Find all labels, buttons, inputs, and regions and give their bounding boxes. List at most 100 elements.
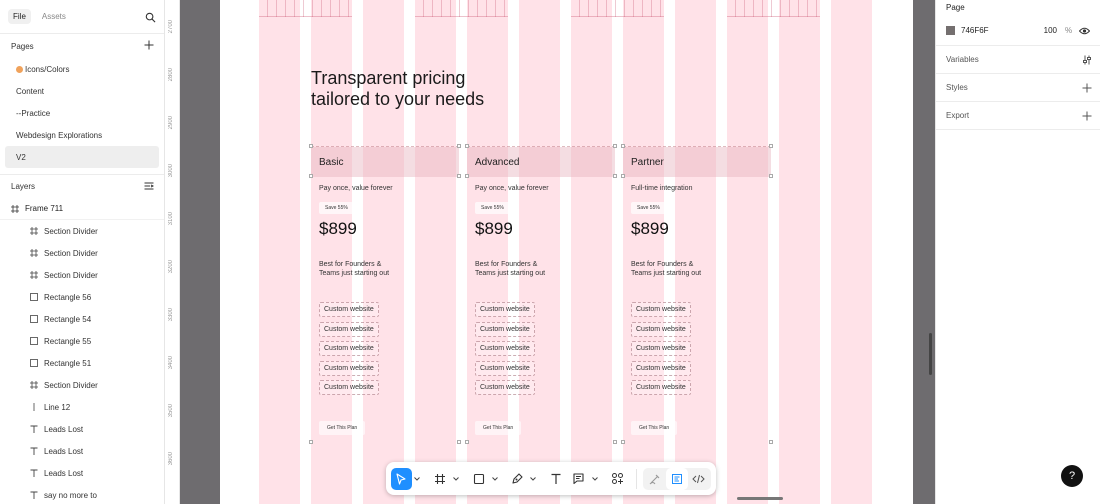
discount-badge[interactable]: Save 55% bbox=[319, 202, 354, 214]
feature-item[interactable]: Custom website bbox=[475, 302, 535, 317]
frame-tool-menu[interactable] bbox=[453, 468, 460, 490]
layer-root[interactable]: Frame 711 bbox=[0, 198, 164, 220]
selection-handle[interactable] bbox=[457, 174, 461, 178]
card-price[interactable]: $899 bbox=[319, 219, 357, 239]
feature-item[interactable]: Custom website bbox=[475, 380, 535, 395]
page-fill-row[interactable]: 746F6F 100 % bbox=[936, 16, 1100, 46]
comment-tool-button[interactable] bbox=[568, 468, 589, 490]
layer-row[interactable]: Section Divider bbox=[0, 264, 164, 286]
variables-row[interactable]: Variables bbox=[936, 46, 1100, 74]
selection-handle[interactable] bbox=[769, 144, 773, 148]
fill-swatch[interactable] bbox=[946, 26, 955, 35]
discount-badge[interactable]: Save 55% bbox=[631, 202, 666, 214]
move-tool-button[interactable] bbox=[391, 467, 412, 490]
add-export-icon[interactable] bbox=[1082, 111, 1092, 121]
eye-icon[interactable] bbox=[1079, 27, 1090, 35]
selection-handle[interactable] bbox=[613, 174, 617, 178]
export-row[interactable]: Export bbox=[936, 102, 1100, 130]
page-item[interactable]: --Practice bbox=[5, 102, 159, 124]
discount-badge[interactable]: Save 55% bbox=[475, 202, 510, 214]
card-price[interactable]: $899 bbox=[631, 219, 669, 239]
feature-item[interactable]: Custom website bbox=[631, 341, 691, 356]
feature-item[interactable]: Custom website bbox=[631, 360, 691, 376]
pen-tool-button[interactable] bbox=[507, 468, 528, 490]
variables-settings-icon[interactable] bbox=[1082, 55, 1092, 65]
rectangle-tool-button[interactable] bbox=[468, 468, 489, 490]
layer-row[interactable]: Rectangle 55 bbox=[0, 330, 164, 352]
design-mode-button[interactable] bbox=[665, 467, 688, 490]
selection-handle[interactable] bbox=[309, 174, 313, 178]
text-tool-button[interactable] bbox=[546, 468, 567, 490]
pricing-card[interactable]: Partner Full-time integration Save 55% $899… bbox=[623, 146, 771, 442]
card-description[interactable]: Best for Founders & Teams just starting … bbox=[319, 260, 409, 278]
page-item[interactable]: Icons/Colors bbox=[5, 58, 159, 80]
resources-button[interactable] bbox=[607, 468, 628, 490]
fill-opacity-value[interactable]: 100 bbox=[1037, 26, 1057, 35]
collapse-layers-icon[interactable] bbox=[144, 181, 154, 191]
get-plan-button[interactable]: Get This Plan bbox=[319, 421, 366, 435]
comment-tool-menu[interactable] bbox=[591, 468, 598, 490]
styles-row[interactable]: Styles bbox=[936, 74, 1100, 102]
layer-row[interactable]: Rectangle 56 bbox=[0, 286, 164, 308]
pricing-card[interactable]: Basic Pay once, value forever Save 55% $899… bbox=[311, 146, 459, 442]
feature-item[interactable]: Custom website bbox=[475, 360, 535, 376]
pricing-card[interactable]: Advanced Pay once, value forever Save 55% $… bbox=[467, 146, 615, 442]
frame-tool-button[interactable] bbox=[430, 468, 451, 490]
feature-item[interactable]: Custom website bbox=[631, 380, 691, 395]
page-item[interactable]: V2 bbox=[5, 146, 159, 168]
card-description[interactable]: Best for Founders & Teams just starting … bbox=[631, 260, 721, 278]
selection-handle[interactable] bbox=[465, 174, 469, 178]
dev-mode-button[interactable] bbox=[688, 468, 710, 490]
layer-row[interactable]: Line 12 bbox=[0, 396, 164, 418]
layer-row[interactable]: Leads Lost bbox=[0, 462, 164, 484]
selection-handle[interactable] bbox=[457, 144, 461, 148]
card-tagline[interactable]: Pay once, value forever bbox=[319, 185, 393, 192]
layer-row[interactable]: say no more to bbox=[0, 484, 164, 504]
selection-handle[interactable] bbox=[769, 174, 773, 178]
selection-handle[interactable] bbox=[621, 440, 625, 444]
feature-item[interactable]: Custom website bbox=[475, 341, 535, 356]
selection-handle[interactable] bbox=[309, 144, 313, 148]
fill-hex-value[interactable]: 746F6F bbox=[961, 26, 1037, 35]
feature-item[interactable]: Custom website bbox=[475, 321, 535, 337]
selection-handle[interactable] bbox=[457, 440, 461, 444]
card-price[interactable]: $899 bbox=[475, 219, 513, 239]
design-frame[interactable]: Transparent pricing tailored to your nee… bbox=[220, 0, 913, 504]
selection-handle[interactable] bbox=[309, 440, 313, 444]
canvas[interactable]: Transparent pricing tailored to your nee… bbox=[181, 0, 934, 504]
selection-handle[interactable] bbox=[613, 440, 617, 444]
draw-mode-button[interactable] bbox=[644, 468, 666, 490]
selection-handle[interactable] bbox=[621, 174, 625, 178]
layer-row[interactable]: Rectangle 51 bbox=[0, 352, 164, 374]
card-tagline[interactable]: Full-time integration bbox=[631, 185, 692, 192]
selection-handle[interactable] bbox=[465, 440, 469, 444]
selection-handle[interactable] bbox=[769, 440, 773, 444]
layer-row[interactable]: Section Divider bbox=[0, 242, 164, 264]
horizontal-scrollbar[interactable] bbox=[737, 497, 783, 500]
tab-assets[interactable]: Assets bbox=[37, 9, 71, 24]
page-item[interactable]: Content bbox=[5, 80, 159, 102]
selection-handle[interactable] bbox=[613, 144, 617, 148]
page-item[interactable]: Webdesign Explorations bbox=[5, 124, 159, 146]
feature-item[interactable]: Custom website bbox=[319, 321, 379, 337]
layer-row[interactable]: Leads Lost bbox=[0, 418, 164, 440]
selection-handle[interactable] bbox=[465, 144, 469, 148]
card-title[interactable]: Advanced bbox=[467, 147, 615, 177]
pen-tool-menu[interactable] bbox=[530, 468, 537, 490]
feature-item[interactable]: Custom website bbox=[631, 321, 691, 337]
vertical-scrollbar[interactable] bbox=[929, 333, 932, 375]
feature-item[interactable]: Custom website bbox=[319, 380, 379, 395]
search-icon[interactable] bbox=[145, 12, 156, 23]
card-description[interactable]: Best for Founders & Teams just starting … bbox=[475, 260, 565, 278]
feature-item[interactable]: Custom website bbox=[319, 360, 379, 376]
card-tagline[interactable]: Pay once, value forever bbox=[475, 185, 549, 192]
pricing-headline[interactable]: Transparent pricing tailored to your nee… bbox=[311, 68, 484, 110]
shape-tool-menu[interactable] bbox=[491, 468, 498, 490]
layer-row[interactable]: Section Divider bbox=[0, 374, 164, 396]
layer-row[interactable]: Leads Lost bbox=[0, 440, 164, 462]
get-plan-button[interactable]: Get This Plan bbox=[631, 421, 678, 435]
feature-item[interactable]: Custom website bbox=[319, 302, 379, 317]
move-tool-menu[interactable] bbox=[414, 468, 421, 490]
card-title[interactable]: Partner bbox=[623, 147, 771, 177]
add-style-icon[interactable] bbox=[1082, 83, 1092, 93]
